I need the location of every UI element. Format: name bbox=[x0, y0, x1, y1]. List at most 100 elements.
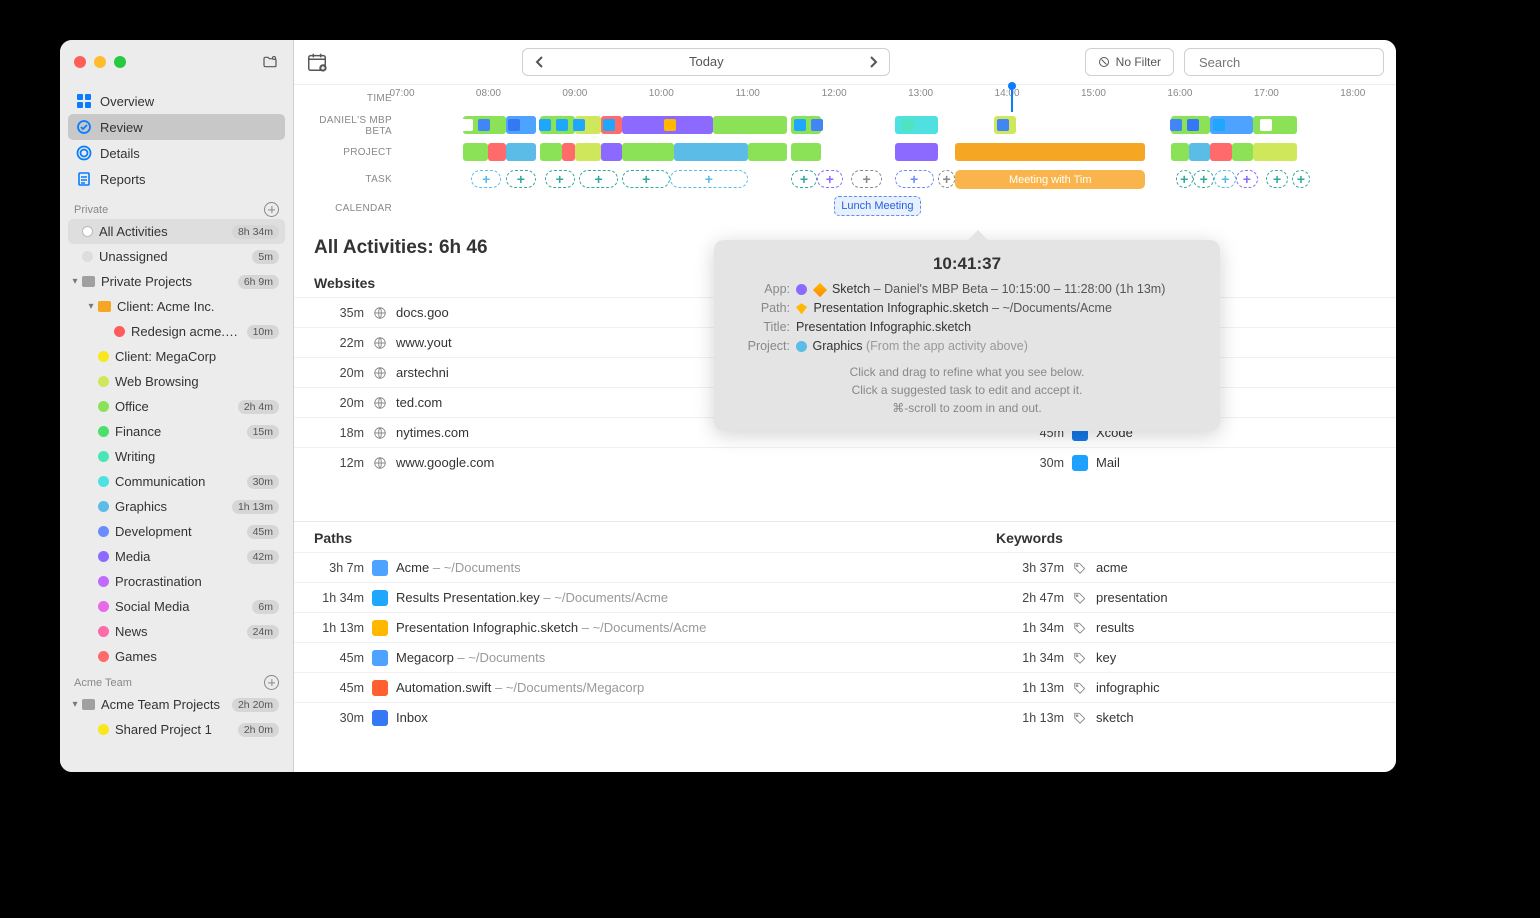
list-item[interactable]: 3h 7mAcme – ~/Documents bbox=[294, 552, 976, 582]
team-tree: ▾Acme Team Projects2h 20mShared Project … bbox=[60, 692, 293, 772]
task-suggestion[interactable]: + bbox=[506, 170, 536, 188]
tree-item[interactable]: Communication30m bbox=[68, 469, 285, 494]
task-suggestion[interactable]: + bbox=[1214, 170, 1236, 188]
tree-item[interactable]: Shared Project 12h 0m bbox=[68, 717, 285, 742]
task-suggestion[interactable]: + bbox=[1176, 170, 1193, 188]
timeline-block[interactable] bbox=[674, 143, 747, 161]
tree-item[interactable]: Media42m bbox=[68, 544, 285, 569]
tree-item[interactable]: All Activities8h 34m bbox=[68, 219, 285, 244]
disclosure-icon[interactable]: ▾ bbox=[68, 276, 82, 287]
timeline-block[interactable] bbox=[1253, 143, 1296, 161]
search-input[interactable] bbox=[1199, 55, 1375, 70]
timeline-block[interactable] bbox=[1189, 143, 1211, 161]
popover-path-label: Path: bbox=[732, 301, 790, 315]
tree-item[interactable]: Games bbox=[68, 644, 285, 669]
list-item[interactable]: 1h 13msketch bbox=[976, 702, 1396, 732]
task-block[interactable]: Meeting with Tim bbox=[955, 170, 1145, 189]
list-item[interactable]: 45mAutomation.swift – ~/Documents/Megaco… bbox=[294, 672, 976, 702]
timeline-block[interactable] bbox=[955, 143, 1145, 161]
list-item[interactable]: 30mMail bbox=[976, 447, 1396, 477]
task-track[interactable]: +++++++++++++++++Meeting with Tim bbox=[402, 166, 1396, 193]
tree-item[interactable]: ▾Private Projects6h 9m bbox=[68, 269, 285, 294]
date-label[interactable]: Today bbox=[556, 48, 856, 76]
timeline-block[interactable] bbox=[488, 143, 505, 161]
list-item[interactable]: 1h 34mResults Presentation.key – ~/Docum… bbox=[294, 582, 976, 612]
nav-item-overview[interactable]: Overview bbox=[68, 88, 285, 114]
task-suggestion[interactable]: + bbox=[670, 170, 748, 188]
tree-item[interactable]: Writing bbox=[68, 444, 285, 469]
calendar-add-icon[interactable] bbox=[306, 51, 328, 73]
minimize-button[interactable] bbox=[94, 56, 106, 68]
tree-item[interactable]: Development45m bbox=[68, 519, 285, 544]
device-track[interactable] bbox=[402, 112, 1396, 139]
disclosure-icon[interactable]: ▾ bbox=[84, 301, 98, 312]
next-day-button[interactable] bbox=[856, 48, 890, 76]
list-item[interactable]: 12mwww.google.com bbox=[294, 447, 976, 477]
timeline-block[interactable] bbox=[601, 143, 623, 161]
tree-item[interactable]: Client: MegaCorp bbox=[68, 344, 285, 369]
timeline-block[interactable] bbox=[540, 143, 562, 161]
task-suggestion[interactable]: + bbox=[791, 170, 817, 188]
list-item[interactable]: 45mMegacorp – ~/Documents bbox=[294, 642, 976, 672]
tree-item[interactable]: Procrastination bbox=[68, 569, 285, 594]
archive-icon[interactable] bbox=[261, 54, 279, 70]
list-item[interactable]: 2h 47mpresentation bbox=[976, 582, 1396, 612]
list-item[interactable]: 30mInbox bbox=[294, 702, 976, 732]
list-item[interactable]: 3h 37macme bbox=[976, 552, 1396, 582]
add-project-icon[interactable] bbox=[264, 202, 279, 217]
add-team-project-icon[interactable] bbox=[264, 675, 279, 690]
folder-icon bbox=[82, 276, 95, 287]
timeline-block[interactable] bbox=[791, 143, 821, 161]
task-suggestion[interactable]: + bbox=[938, 170, 955, 188]
timeline-block[interactable] bbox=[463, 143, 489, 161]
task-suggestion[interactable]: + bbox=[471, 170, 501, 188]
maximize-button[interactable] bbox=[114, 56, 126, 68]
task-suggestion[interactable]: + bbox=[1236, 170, 1258, 188]
task-suggestion[interactable]: + bbox=[579, 170, 618, 188]
timeline-block[interactable] bbox=[506, 143, 536, 161]
timeline-block[interactable] bbox=[748, 143, 787, 161]
calendar-event[interactable]: Lunch Meeting bbox=[834, 196, 920, 216]
timeline-block[interactable] bbox=[1210, 143, 1232, 161]
calendar-track[interactable]: Lunch Meeting bbox=[402, 193, 1396, 223]
timeline-block[interactable] bbox=[1232, 143, 1254, 161]
task-suggestion[interactable]: + bbox=[895, 170, 934, 188]
tree-item[interactable]: Finance15m bbox=[68, 419, 285, 444]
search-box[interactable] bbox=[1184, 48, 1384, 76]
close-button[interactable] bbox=[74, 56, 86, 68]
task-suggestion[interactable]: + bbox=[545, 170, 575, 188]
tree-item[interactable]: Web Browsing bbox=[68, 369, 285, 394]
timeline-block[interactable] bbox=[895, 143, 938, 161]
timeline-block[interactable] bbox=[713, 116, 786, 134]
task-suggestion[interactable]: + bbox=[622, 170, 670, 188]
list-item[interactable]: 1h 13mPresentation Infographic.sketch – … bbox=[294, 612, 976, 642]
list-item[interactable]: 1h 13minfographic bbox=[976, 672, 1396, 702]
prev-day-button[interactable] bbox=[522, 48, 556, 76]
tree-item[interactable]: News24m bbox=[68, 619, 285, 644]
timeline-block[interactable] bbox=[562, 143, 575, 161]
tree-item[interactable]: ▾Acme Team Projects2h 20m bbox=[68, 692, 285, 717]
list-item[interactable]: 1h 34mkey bbox=[976, 642, 1396, 672]
tree-item[interactable]: Graphics1h 13m bbox=[68, 494, 285, 519]
timeline-block[interactable] bbox=[622, 143, 674, 161]
list-item[interactable]: 1h 34mresults bbox=[976, 612, 1396, 642]
task-suggestion[interactable]: + bbox=[1193, 170, 1215, 188]
timeline-block[interactable] bbox=[575, 143, 601, 161]
tree-item[interactable]: Unassigned5m bbox=[68, 244, 285, 269]
task-suggestion[interactable]: + bbox=[817, 170, 843, 188]
tree-item[interactable]: Social Media6m bbox=[68, 594, 285, 619]
reports-icon bbox=[76, 171, 92, 187]
tree-item[interactable]: Office2h 4m bbox=[68, 394, 285, 419]
nav-item-review[interactable]: Review bbox=[68, 114, 285, 140]
task-suggestion[interactable]: + bbox=[1266, 170, 1288, 188]
task-suggestion[interactable]: + bbox=[851, 170, 881, 188]
nav-item-reports[interactable]: Reports bbox=[68, 166, 285, 192]
task-suggestion[interactable]: + bbox=[1292, 170, 1309, 188]
nav-item-details[interactable]: Details bbox=[68, 140, 285, 166]
tree-item[interactable]: Redesign acme.com10m bbox=[68, 319, 285, 344]
tree-item[interactable]: ▾Client: Acme Inc. bbox=[68, 294, 285, 319]
disclosure-icon[interactable]: ▾ bbox=[68, 699, 82, 710]
filter-button[interactable]: No Filter bbox=[1085, 48, 1174, 76]
timeline-block[interactable] bbox=[1171, 143, 1188, 161]
project-track[interactable] bbox=[402, 139, 1396, 166]
